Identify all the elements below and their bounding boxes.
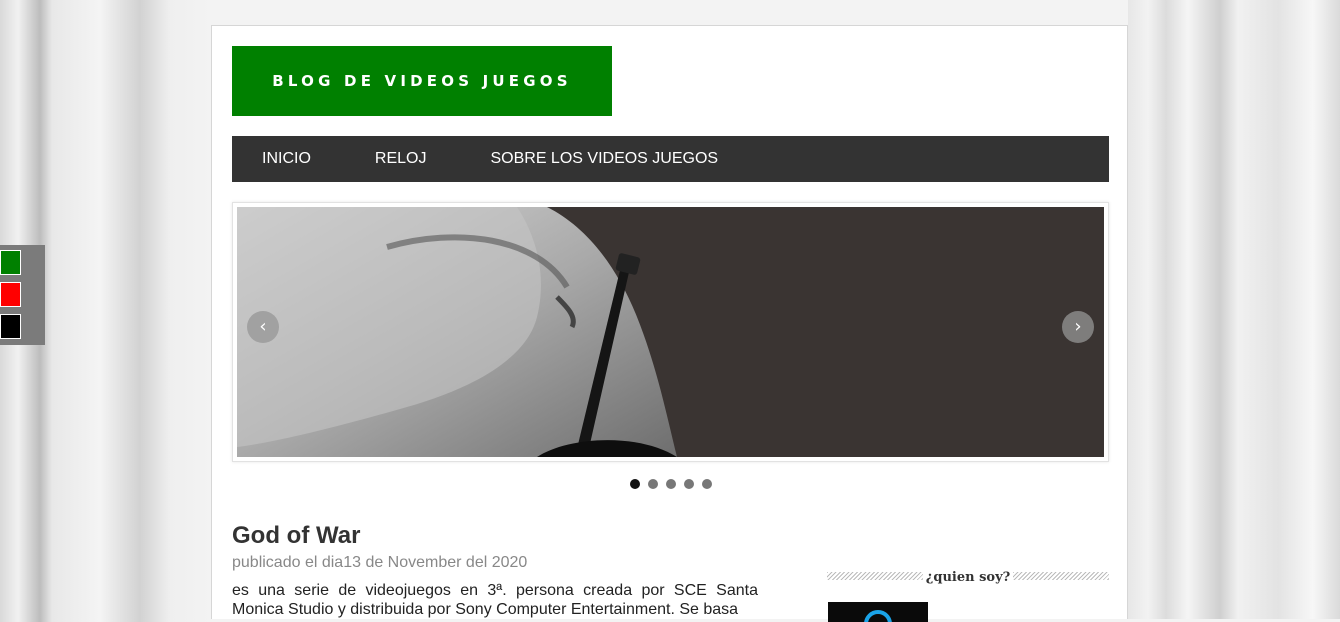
slider-pagination <box>212 476 1129 494</box>
page-background <box>1128 0 1340 619</box>
slide-image <box>237 207 1104 457</box>
slider-dot[interactable] <box>647 479 658 489</box>
title-divider-right <box>1013 572 1109 580</box>
nav-item-sobre[interactable]: SOBRE LOS VIDEOS JUEGOS <box>490 150 718 168</box>
profile-image <box>828 602 928 622</box>
color-palette <box>0 245 45 345</box>
slider-prev-button[interactable]: ‹ <box>247 311 279 343</box>
slider-dot[interactable] <box>665 479 676 489</box>
slider-dot[interactable] <box>629 479 640 489</box>
page-container: BLOG DE VIDEOS JUEGOS INICIO RELOJ SOBRE… <box>211 25 1129 622</box>
main-nav: INICIO RELOJ SOBRE LOS VIDEOS JUEGOS <box>232 136 1109 182</box>
blog-title[interactable]: BLOG DE VIDEOS JUEGOS <box>232 46 612 116</box>
nav-item-inicio[interactable]: INICIO <box>262 150 311 168</box>
nav-item-reloj[interactable]: RELOJ <box>375 150 427 168</box>
green-theme-swatch[interactable] <box>0 250 21 275</box>
title-divider-left <box>827 572 923 580</box>
red-theme-swatch[interactable] <box>0 282 21 307</box>
widget-title: ¿quien soy? <box>827 568 1109 585</box>
profile-logo-icon <box>864 610 892 622</box>
post-title[interactable]: God of War <box>232 522 360 550</box>
widget-title-text: ¿quien soy? <box>925 570 1011 585</box>
slider-dot[interactable] <box>683 479 694 489</box>
slide-photo <box>237 207 1104 457</box>
post-meta: publicado el dia13 de November del 2020 <box>232 554 528 571</box>
post-body: es una serie de videojuegos en 3ª. perso… <box>232 582 758 618</box>
black-theme-swatch[interactable] <box>0 314 21 339</box>
slider-dot[interactable] <box>701 479 712 489</box>
slider-next-button[interactable]: › <box>1062 311 1094 343</box>
image-slider: ‹ › <box>232 202 1109 462</box>
